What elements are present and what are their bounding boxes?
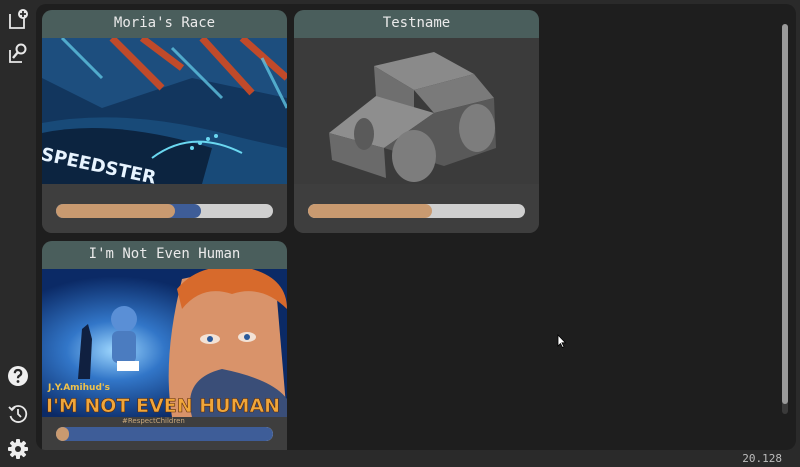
version-label: 20.128 — [742, 452, 782, 465]
project-progress-bar — [56, 427, 273, 441]
help-icon[interactable] — [7, 365, 29, 387]
project-thumbnail: J.Y.Amihud's I'M NOT EVEN HUMAN — [42, 269, 287, 417]
new-project-icon[interactable] — [7, 8, 29, 30]
cover-title: I'M NOT EVEN HUMAN — [46, 395, 280, 417]
history-icon[interactable] — [7, 403, 29, 425]
mouse-cursor-icon — [557, 333, 567, 352]
project-title: Moria's Race — [42, 10, 287, 38]
project-title: Testname — [294, 10, 539, 38]
card-footer — [42, 184, 287, 233]
card-footer: #RespectChildren — [42, 417, 287, 450]
progress-primary-fill — [56, 204, 176, 218]
scrollbar-thumb[interactable] — [782, 24, 788, 404]
settings-icon[interactable] — [7, 438, 29, 460]
cover-author: J.Y.Amihud's — [47, 383, 110, 393]
project-progress-bar — [308, 204, 525, 218]
project-grid: Moria's Race SPEEDSTER Testname I'm Not … — [36, 4, 796, 450]
find-project-icon[interactable] — [7, 42, 29, 64]
card-footer — [294, 184, 539, 233]
progress-primary-fill — [56, 427, 70, 441]
project-title: I'm Not Even Human — [42, 241, 287, 269]
cover-tag: #RespectChildren — [122, 417, 185, 425]
sidebar — [0, 0, 36, 467]
project-card[interactable]: I'm Not Even Human J.Y.Amihud's I'M NOT … — [42, 241, 287, 450]
vertical-scrollbar[interactable] — [782, 24, 788, 414]
project-thumbnail: SPEEDSTER — [42, 38, 287, 184]
project-progress-bar — [56, 204, 273, 218]
project-thumbnail — [294, 38, 539, 184]
project-card[interactable]: Testname — [294, 10, 539, 233]
progress-primary-fill — [308, 204, 432, 218]
project-card[interactable]: Moria's Race SPEEDSTER — [42, 10, 287, 233]
progress-secondary-fill — [56, 427, 273, 441]
